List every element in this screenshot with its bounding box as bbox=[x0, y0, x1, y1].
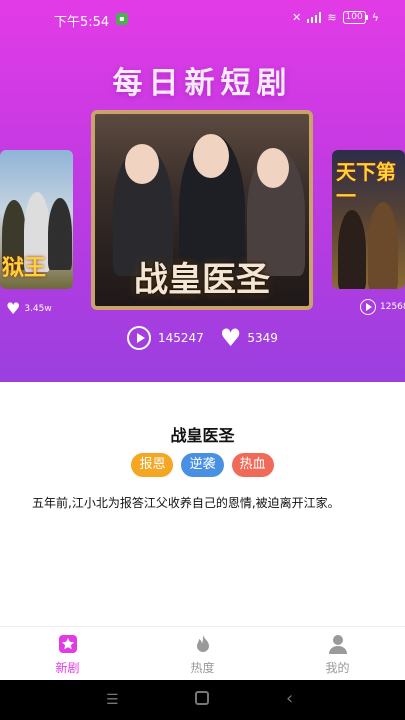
charging-icon: ϟ bbox=[371, 11, 379, 24]
poster-main-views: 145247 bbox=[158, 331, 204, 345]
tab-mine[interactable]: 我的 bbox=[270, 627, 405, 680]
back-icon[interactable]: ‹ bbox=[286, 688, 293, 709]
mute-icon: ✕ bbox=[292, 11, 302, 24]
poster-left-stats: ♥ 3.45w bbox=[6, 301, 52, 317]
battery-icon: 100 bbox=[342, 11, 368, 24]
show-description: 五年前,江小北为报答江父收养自己的恩情,被迫离开江家。 bbox=[32, 496, 340, 510]
system-nav-bar: ☰ ‹ bbox=[0, 680, 405, 720]
user-icon bbox=[327, 633, 349, 655]
heart-icon: ♥ bbox=[219, 324, 242, 352]
tab-label: 新剧 bbox=[55, 661, 80, 675]
figure bbox=[338, 210, 366, 289]
detail-panel: 战皇医圣 报恩 逆袭 热血 五年前,江小北为报答江父收养自己的恩情,被迫离开江家… bbox=[0, 382, 405, 626]
hero-banner: 下午5:54 ▪ ✕ ≋ 100 ϟ 每日新短剧 狱王 ♥ 3.45w 战皇医圣 bbox=[0, 0, 405, 382]
signal-icon bbox=[307, 12, 322, 23]
poster-right-stats: 12568 bbox=[360, 299, 405, 315]
poster-right-caption: 天下第一 bbox=[336, 160, 396, 208]
flame-icon bbox=[192, 633, 214, 655]
poster-left-likes: 3.45w bbox=[24, 304, 52, 314]
poster-left[interactable]: 狱王 bbox=[0, 150, 73, 289]
show-title: 战皇医圣 bbox=[170, 426, 235, 445]
poster-right[interactable]: 天下第一 bbox=[332, 150, 405, 289]
home-icon[interactable] bbox=[195, 691, 209, 705]
play-icon bbox=[360, 299, 376, 315]
notification-icon: ▪ bbox=[116, 13, 128, 25]
tab-new[interactable]: 新剧 bbox=[0, 627, 135, 680]
figure-face bbox=[193, 134, 229, 178]
poster-right-views: 12568 bbox=[380, 302, 405, 312]
figure-face bbox=[257, 148, 289, 188]
menu-icon[interactable]: ☰ bbox=[106, 692, 119, 708]
figure bbox=[48, 198, 72, 270]
heart-icon: ♥ bbox=[6, 299, 21, 318]
page-title: 每日新短剧 bbox=[112, 66, 293, 101]
tag-badge[interactable]: 热血 bbox=[231, 453, 274, 477]
tag-badge[interactable]: 报恩 bbox=[131, 453, 174, 477]
tag-list: 报恩 逆袭 热血 bbox=[0, 453, 405, 477]
tab-hot[interactable]: 热度 bbox=[135, 627, 270, 680]
tab-label: 我的 bbox=[325, 661, 350, 675]
wifi-icon: ≋ bbox=[327, 11, 337, 24]
tab-label: 热度 bbox=[190, 661, 215, 675]
poster-left-caption: 狱王 bbox=[2, 256, 47, 281]
status-icons: ✕ ≋ 100 ϟ bbox=[292, 11, 379, 24]
bottom-tab-bar: 新剧 热度 我的 bbox=[0, 626, 405, 680]
poster-main-likes: 5349 bbox=[247, 331, 278, 345]
status-bar: 下午5:54 ▪ ✕ ≋ 100 ϟ bbox=[0, 0, 405, 38]
poster-main-stats: 145247 ♥ 5349 bbox=[127, 326, 278, 350]
figure bbox=[368, 202, 398, 289]
tag-badge[interactable]: 逆袭 bbox=[181, 453, 224, 477]
poster-main-caption: 战皇医圣 bbox=[134, 260, 270, 300]
star-badge-icon bbox=[57, 633, 79, 655]
poster-main[interactable]: 战皇医圣 bbox=[91, 110, 313, 310]
play-icon bbox=[127, 326, 151, 350]
status-time: 下午5:54 bbox=[54, 15, 110, 30]
figure-face bbox=[125, 144, 159, 184]
